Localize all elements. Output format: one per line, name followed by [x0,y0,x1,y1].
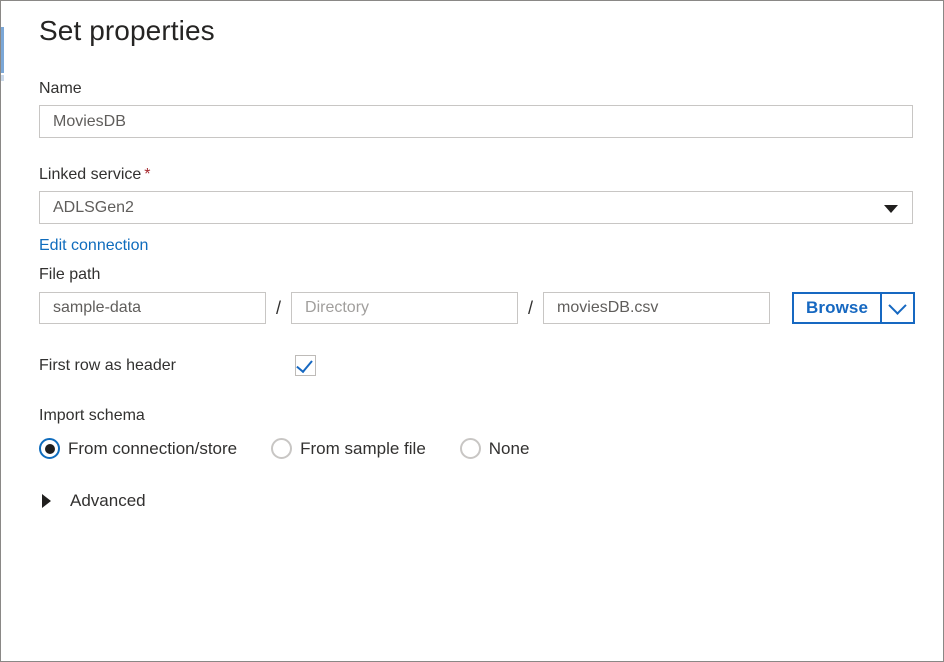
file-path-label: File path [39,266,100,284]
radio-from-sample-file[interactable]: From sample file [271,438,426,459]
radio-none[interactable]: None [460,438,530,459]
import-schema-label: Import schema [39,407,145,425]
set-properties-panel: Set properties Name MoviesDB Linked serv… [0,0,944,662]
name-input-value: MoviesDB [53,113,126,131]
radio-indicator-selected [39,438,60,459]
required-asterisk: * [144,166,150,183]
file-path-container-input[interactable]: sample-data [39,292,266,324]
left-edge-accent-sliver [1,27,4,73]
linked-service-dropdown[interactable]: ADLSGen2 [39,191,913,224]
radio-label-from-sample-file: From sample file [300,439,426,459]
file-path-directory-input[interactable]: Directory [291,292,518,324]
left-edge-accent-sliver-secondary [1,75,4,81]
advanced-expander[interactable]: Advanced [39,491,146,511]
browse-dropdown-toggle[interactable] [880,294,913,322]
browse-button-label: Browse [794,294,880,322]
radio-indicator-unselected [460,438,481,459]
first-row-as-header-label: First row as header [39,357,176,375]
path-separator-2: / [518,292,543,324]
radio-from-connection-store[interactable]: From connection/store [39,438,237,459]
radio-label-none: None [489,439,530,459]
checkmark-icon [296,356,313,373]
radio-label-from-connection-store: From connection/store [68,439,237,459]
first-row-as-header-checkbox[interactable] [295,355,316,376]
linked-service-label: Linked service* [39,166,151,184]
edit-connection-link[interactable]: Edit connection [39,237,148,255]
path-separator-1: / [266,292,291,324]
caret-right-icon [42,494,51,508]
chevron-down-icon [888,296,906,314]
advanced-label: Advanced [70,491,146,511]
name-input[interactable]: MoviesDB [39,105,913,138]
page-title: Set properties [39,15,215,47]
file-path-row: sample-data / Directory / moviesDB.csv B… [39,292,915,324]
import-schema-radio-group: From connection/store From sample file N… [39,438,529,459]
file-path-directory-placeholder: Directory [305,299,369,317]
browse-button[interactable]: Browse [792,292,915,324]
radio-indicator-unselected [271,438,292,459]
file-path-file-input[interactable]: moviesDB.csv [543,292,770,324]
file-path-file-value: moviesDB.csv [557,299,658,317]
name-label: Name [39,80,82,98]
linked-service-value: ADLSGen2 [53,199,134,217]
chevron-down-icon [884,205,898,213]
file-path-container-value: sample-data [53,299,141,317]
linked-service-label-text: Linked service [39,166,141,183]
